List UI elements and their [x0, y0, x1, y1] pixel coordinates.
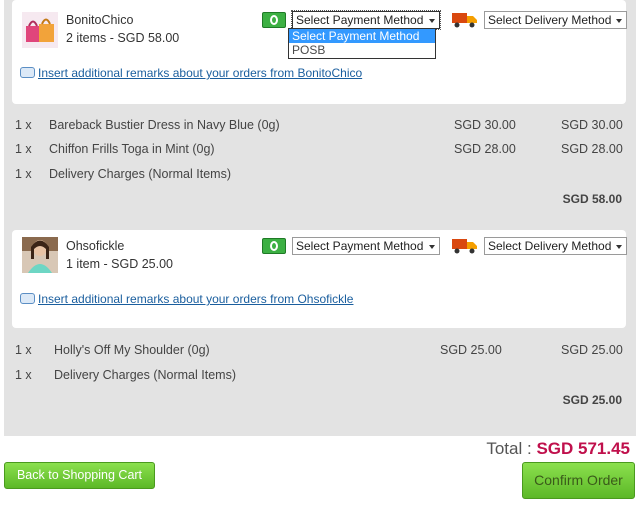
remarks-link[interactable]: Insert additional remarks about your ord…: [20, 292, 353, 306]
remarks-link[interactable]: Insert additional remarks about your ord…: [20, 66, 362, 80]
item-name: Chiffon Frills Toga in Mint (0g): [49, 142, 215, 156]
order-total: Total : SGD 571.45: [486, 439, 630, 459]
payment-method-select[interactable]: Select Payment Method: [292, 237, 440, 255]
chevron-down-icon: [614, 14, 624, 26]
money-icon: [262, 238, 286, 254]
dropdown-option[interactable]: POSB: [289, 43, 435, 57]
truck-icon: [452, 10, 478, 28]
item-name: Bareback Bustier Dress in Navy Blue (0g): [49, 118, 280, 132]
item-name: Holly's Off My Shoulder (0g): [54, 343, 210, 357]
order-summary: 2 items - SGD 58.00: [66, 31, 180, 45]
truck-icon: [452, 236, 478, 254]
delivery-method-select[interactable]: Select Delivery Method: [484, 237, 627, 255]
item-qty: 1 x: [15, 118, 32, 132]
item-total: SGD 28.00: [561, 142, 623, 156]
shop-logo-bonitochico: [22, 12, 58, 48]
shop-name: BonitoChico: [66, 13, 134, 27]
item-price: SGD 28.00: [454, 142, 516, 156]
payment-method-select[interactable]: Select Payment Method: [291, 10, 441, 30]
total-label: Total :: [486, 439, 532, 458]
item-total: SGD 30.00: [561, 118, 623, 132]
speech-bubble-icon: [20, 293, 35, 304]
order-panel: BonitoChico 2 items - SGD 58.00 Select P…: [4, 0, 636, 436]
item-qty: 1 x: [15, 368, 32, 382]
order-subtotal: SGD 58.00: [562, 192, 622, 206]
item-qty: 1 x: [15, 343, 32, 357]
item-name: Delivery Charges (Normal Items): [54, 368, 236, 382]
payment-method-value: Select Payment Method: [296, 13, 424, 27]
remarks-link-text: Insert additional remarks about your ord…: [38, 66, 363, 80]
line-item: 1 x Holly's Off My Shoulder (0g) SGD 25.…: [4, 343, 636, 363]
line-item: 1 x Delivery Charges (Normal Items): [4, 368, 636, 388]
chevron-down-icon: [427, 240, 437, 252]
order-summary: 1 item - SGD 25.00: [66, 257, 173, 271]
confirm-order-button[interactable]: Confirm Order: [522, 462, 635, 499]
dropdown-option[interactable]: Select Payment Method: [289, 29, 435, 43]
chevron-down-icon: [614, 240, 624, 252]
speech-bubble-icon: [20, 67, 35, 78]
item-qty: 1 x: [15, 142, 32, 156]
item-price: SGD 25.00: [440, 343, 502, 357]
line-item: 1 x Delivery Charges (Normal Items): [4, 167, 636, 187]
line-item: 1 x Bareback Bustier Dress in Navy Blue …: [4, 118, 636, 138]
shop-name: Ohsofickle: [66, 239, 125, 253]
order-card-ohsofickle: Ohsofickle 1 item - SGD 25.00 Select Pay…: [12, 230, 627, 328]
item-name: Delivery Charges (Normal Items): [49, 167, 231, 181]
money-icon: [262, 12, 286, 28]
chevron-down-icon: [427, 14, 437, 26]
remarks-link-text: Insert additional remarks about your ord…: [38, 292, 354, 306]
shop-logo-ohsofickle: [22, 237, 58, 273]
payment-method-value: Select Payment Method: [296, 239, 424, 253]
payment-method-dropdown-list: Select Payment Method POSB: [288, 28, 436, 59]
total-amount: SGD 571.45: [536, 439, 630, 458]
order-subtotal: SGD 25.00: [562, 393, 622, 407]
delivery-method-select[interactable]: Select Delivery Method: [484, 11, 627, 29]
back-to-cart-button[interactable]: Back to Shopping Cart: [4, 462, 155, 489]
delivery-method-value: Select Delivery Method: [488, 239, 612, 253]
item-price: SGD 30.00: [454, 118, 516, 132]
item-total: SGD 25.00: [561, 343, 623, 357]
line-item: 1 x Chiffon Frills Toga in Mint (0g) SGD…: [4, 142, 636, 162]
delivery-method-value: Select Delivery Method: [488, 13, 612, 27]
item-qty: 1 x: [15, 167, 32, 181]
